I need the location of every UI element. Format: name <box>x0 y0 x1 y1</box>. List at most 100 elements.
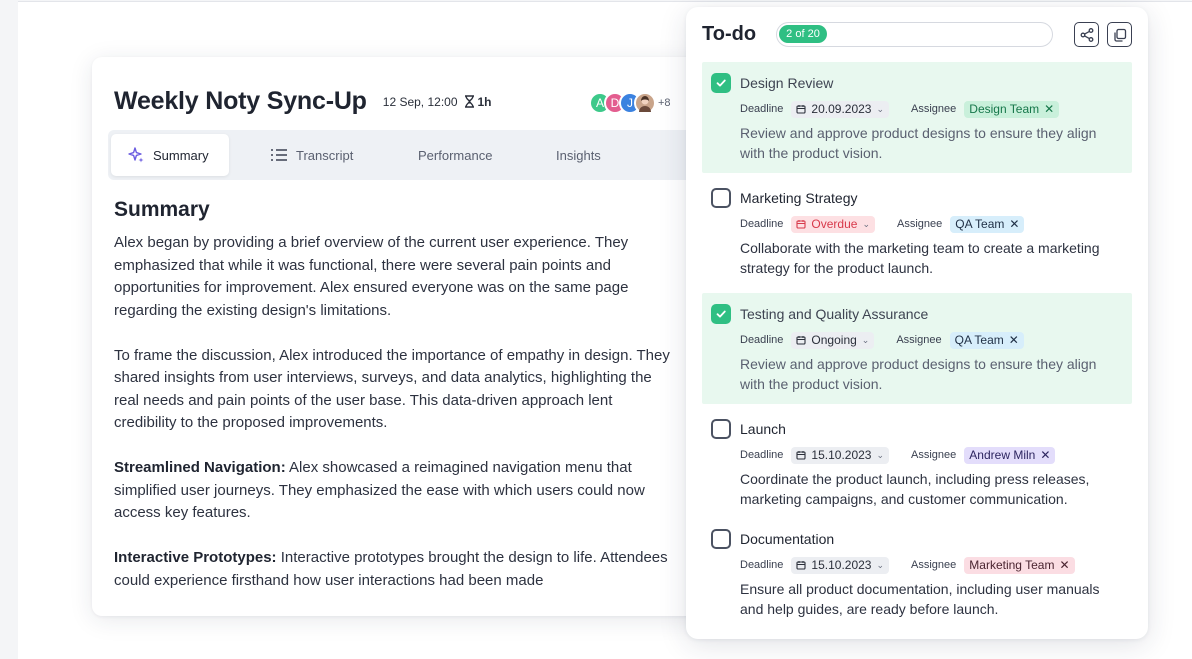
todo-item-title: Marketing Strategy <box>740 190 858 206</box>
tab-performance[interactable]: Performance <box>418 134 492 176</box>
deadline-dropdown[interactable]: 15.10.2023 ⌄ <box>791 446 890 464</box>
todo-title: To-do <box>702 23 757 45</box>
todo-item: Marketing Strategy Deadline Overdue ⌄ Assign… <box>702 177 1132 288</box>
copy-icon <box>1113 28 1126 42</box>
tab-transcript[interactable]: Transcript <box>270 134 353 176</box>
meeting-header: Weekly Noty Sync-Up 12 Sep, 12:00 1h <box>114 87 492 116</box>
todo-item: Launch Deadline 15.10.2023 ⌄ Assignee Andrew … <box>702 408 1132 519</box>
calendar-icon <box>796 561 806 570</box>
share-icon <box>1080 27 1093 42</box>
tab-insights[interactable]: Insights <box>556 134 601 176</box>
deadline-label: Deadline <box>740 103 784 115</box>
summary-paragraph: Interactive Prototypes: Interactive prot… <box>114 547 674 592</box>
todo-panel: To-do 2 of 20 Design Review Deadline 20.09… <box>686 7 1148 639</box>
copy-button[interactable] <box>1107 22 1132 47</box>
todo-item-description: Collaborate with the marketing team to c… <box>740 240 1100 276</box>
assignee-chip[interactable]: Andrew Miln ✕ <box>964 446 1056 464</box>
duration-value: 1h <box>477 94 492 109</box>
progress-fill: 2 of 20 <box>779 25 827 43</box>
deadline-value: 15.10.2023 <box>811 448 872 462</box>
todo-item: Design Review Deadline 20.09.2023 ⌄ Assignee… <box>702 62 1132 173</box>
todo-item-description: Coordinate the product launch, including… <box>740 471 1090 507</box>
deadline-dropdown[interactable]: 15.10.2023 ⌄ <box>791 556 890 574</box>
meeting-duration: 1h <box>464 95 492 109</box>
remove-assignee-icon[interactable]: ✕ <box>1040 448 1050 462</box>
chevron-down-icon: ⌄ <box>876 559 885 570</box>
summary-paragraph: Streamlined Navigation: Alex showcased a… <box>114 457 674 525</box>
todo-item-meta: Deadline 20.09.2023 ⌄ Assignee Design Team ✕ <box>740 100 1132 118</box>
deadline-dropdown[interactable]: Ongoing ⌄ <box>791 331 875 349</box>
summary-paragraph-heading: Interactive Prototypes: <box>114 549 277 566</box>
check-icon <box>716 79 726 87</box>
remove-assignee-icon[interactable]: ✕ <box>1009 217 1019 231</box>
meeting-card: Weekly Noty Sync-Up 12 Sep, 12:00 1h ADJ… <box>92 57 732 616</box>
summary-paragraph: Alex began by providing a brief overview… <box>114 232 674 322</box>
todo-item-header: Design Review <box>711 72 1132 94</box>
summary-paragraph-text: Alex began by providing a brief overview… <box>114 234 629 319</box>
deadline-label: Deadline <box>740 449 784 461</box>
assignee-value: Marketing Team <box>969 558 1055 572</box>
deadline-dropdown[interactable]: 20.09.2023 ⌄ <box>791 100 890 118</box>
assignee-chip[interactable]: Design Team ✕ <box>964 100 1060 118</box>
deadline-dropdown[interactable]: Overdue ⌄ <box>791 215 875 233</box>
share-button[interactable] <box>1074 22 1099 47</box>
todo-item-title: Launch <box>740 421 786 437</box>
avatar-photo[interactable] <box>634 92 656 114</box>
deadline-value: 20.09.2023 <box>811 102 872 116</box>
summary-paragraph-text: To frame the discussion, Alex introduced… <box>114 346 670 432</box>
remove-assignee-icon[interactable]: ✕ <box>1009 333 1019 347</box>
todo-checkbox[interactable] <box>711 304 731 324</box>
check-icon <box>716 310 726 318</box>
more-participants-count[interactable]: +8 <box>658 97 671 109</box>
summary-paragraph: To frame the discussion, Alex introduced… <box>114 345 674 435</box>
assignee-value: Andrew Miln <box>969 448 1036 462</box>
todo-checkbox[interactable] <box>711 188 731 208</box>
todo-checkbox[interactable] <box>711 73 731 93</box>
todo-progress-bar: 2 of 20 <box>776 22 1053 47</box>
tab-transcript-label: Transcript <box>296 147 354 163</box>
assignee-value: QA Team <box>954 333 1004 347</box>
deadline-label: Deadline <box>740 334 784 346</box>
assignee-chip[interactable]: QA Team ✕ <box>950 215 1025 233</box>
todo-item-title: Documentation <box>740 531 835 547</box>
chevron-down-icon: ⌄ <box>861 334 870 345</box>
todo-item-title: Design Review <box>740 75 834 91</box>
todo-item-meta: Deadline Overdue ⌄ Assignee QA Team ✕ <box>740 215 1132 233</box>
chevron-down-icon: ⌄ <box>862 218 870 229</box>
assignee-label: Assignee <box>897 218 943 230</box>
assignee-label: Assignee <box>896 334 942 346</box>
remove-assignee-icon[interactable]: ✕ <box>1044 102 1054 116</box>
assignee-chip[interactable]: QA Team ✕ <box>949 331 1024 349</box>
tab-summary[interactable]: Summary <box>111 134 229 176</box>
todo-item-meta: Deadline Ongoing ⌄ Assignee QA Team ✕ <box>740 331 1132 349</box>
todo-item-header: Documentation <box>711 528 1132 550</box>
todo-item-header: Marketing Strategy <box>711 187 1132 209</box>
todo-item-title: Testing and Quality Assurance <box>740 306 929 322</box>
sparkles-icon <box>128 147 144 163</box>
calendar-icon <box>796 220 806 229</box>
participants[interactable]: A D J +8 <box>589 92 671 114</box>
todo-checkbox[interactable] <box>711 419 731 439</box>
chevron-down-icon: ⌄ <box>876 103 885 114</box>
todo-item-description: Review and approve product designs to en… <box>740 356 1097 392</box>
todo-item-description: Ensure all product documentation, includ… <box>740 581 1100 617</box>
tab-insights-label: Insights <box>556 147 601 163</box>
calendar-icon <box>796 451 806 460</box>
todo-checkbox[interactable] <box>711 529 731 549</box>
todo-item-description: Review and approve product designs to en… <box>740 125 1097 161</box>
assignee-chip[interactable]: Marketing Team ✕ <box>964 556 1075 574</box>
assignee-value: Design Team <box>969 102 1040 116</box>
todo-item-header: Launch <box>711 418 1132 440</box>
deadline-value: Overdue <box>811 217 858 231</box>
tab-summary-label: Summary <box>153 147 209 163</box>
todo-item-meta: Deadline 15.10.2023 ⌄ Assignee Andrew Miln ✕ <box>740 446 1132 464</box>
deadline-label: Deadline <box>740 559 784 571</box>
deadline-value: 15.10.2023 <box>811 558 872 572</box>
summary-paragraph-heading: Streamlined Navigation: <box>114 459 286 476</box>
deadline-value: Ongoing <box>811 333 857 347</box>
remove-assignee-icon[interactable]: ✕ <box>1059 558 1069 572</box>
assignee-label: Assignee <box>911 449 957 461</box>
todo-item-meta: Deadline 15.10.2023 ⌄ Assignee Marketing Tea… <box>740 556 1132 574</box>
assignee-label: Assignee <box>911 559 957 571</box>
todo-item: Testing and Quality Assurance Deadline Ong… <box>702 293 1132 404</box>
